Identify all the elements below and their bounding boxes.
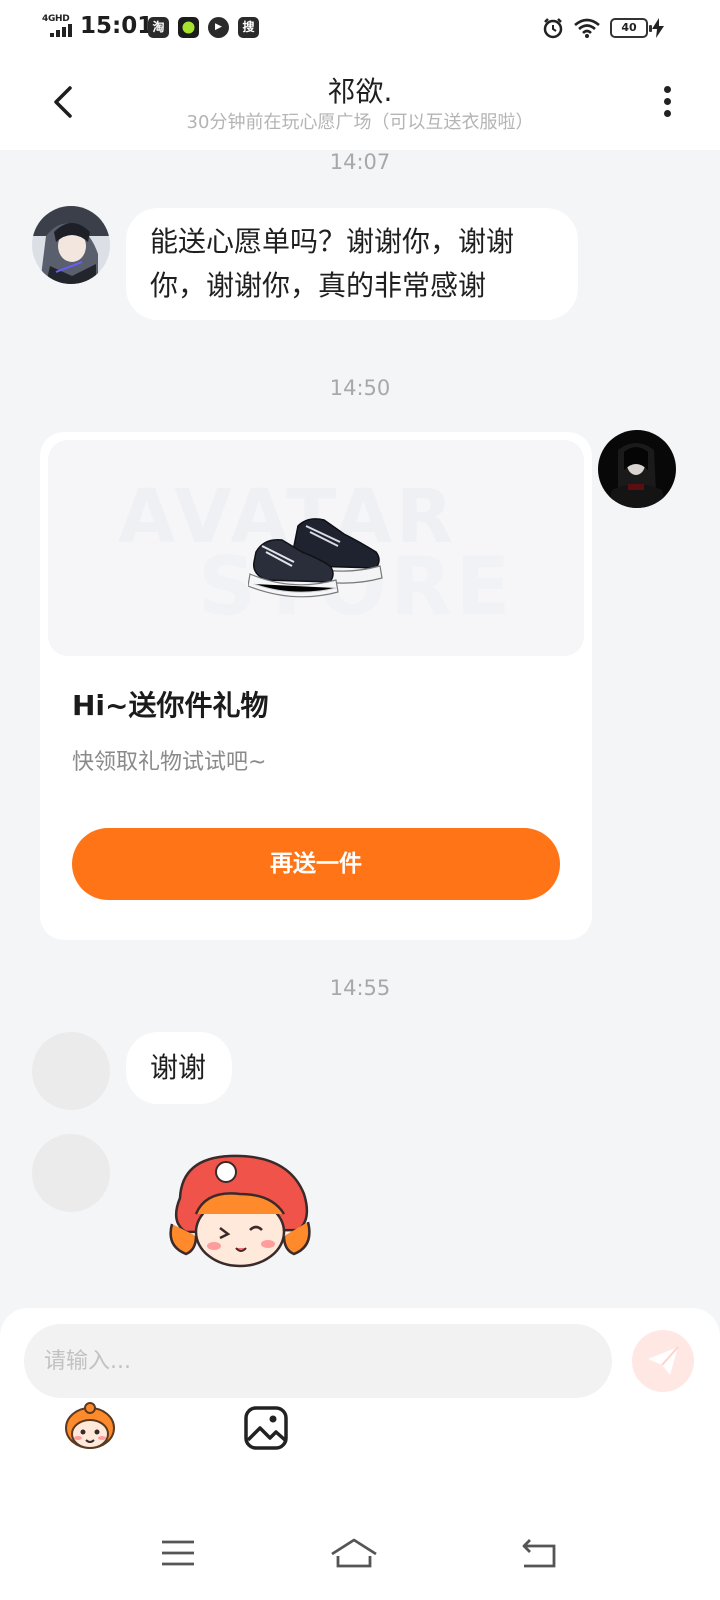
search-app-icon: 搜 bbox=[238, 17, 259, 38]
mascot-sticker[interactable] bbox=[166, 1150, 314, 1270]
sneaker-image bbox=[248, 518, 383, 598]
gift-image-area: AVATAR STORE bbox=[48, 440, 584, 656]
send-button[interactable] bbox=[632, 1330, 694, 1392]
image-button[interactable] bbox=[240, 1402, 292, 1454]
notification-icons: 淘 ▶ 搜 bbox=[148, 17, 259, 39]
image-icon bbox=[244, 1406, 288, 1450]
system-icons: 40 bbox=[542, 16, 652, 40]
taobao-icon: 淘 bbox=[148, 17, 169, 38]
back-nav-button[interactable] bbox=[508, 1528, 568, 1578]
mascot-icon bbox=[65, 1402, 115, 1449]
contact-name: 祁欲. bbox=[327, 75, 393, 108]
contact-status: 30分钟前在玩心愿广场（可以互送衣服啦） bbox=[186, 112, 534, 133]
alarm-icon bbox=[543, 18, 563, 39]
timestamp: 14:07 bbox=[329, 150, 391, 174]
green-app-icon bbox=[178, 17, 199, 38]
menu-icon bbox=[162, 1540, 194, 1566]
message-bubble-received: 谢谢 bbox=[126, 1032, 232, 1104]
signal-icon bbox=[50, 24, 72, 37]
contact-avatar[interactable] bbox=[32, 1032, 110, 1110]
home-icon bbox=[331, 1538, 377, 1568]
message-bubble-received: 能送心愿单吗？谢谢你，谢谢你，谢谢你，真的非常感谢 bbox=[126, 208, 578, 320]
system-navigation-bar bbox=[0, 1518, 720, 1600]
timestamp: 14:50 bbox=[329, 376, 391, 400]
input-panel bbox=[0, 1308, 720, 1518]
return-icon bbox=[522, 1539, 556, 1568]
menu-button[interactable] bbox=[148, 1528, 208, 1578]
avatar-image bbox=[598, 430, 676, 508]
wifi-icon bbox=[574, 18, 600, 38]
message-input[interactable] bbox=[24, 1324, 612, 1398]
status-bar: 4GHD 15:01 淘 ▶ 搜 40 bbox=[0, 0, 720, 56]
chat-header: 祁欲. 30分钟前在玩心愿广场（可以互送衣服啦） bbox=[0, 56, 720, 150]
my-avatar[interactable] bbox=[598, 430, 676, 508]
sticker-button[interactable] bbox=[60, 1398, 120, 1458]
more-vertical-icon bbox=[652, 86, 682, 117]
send-icon bbox=[648, 1346, 679, 1375]
gift-card[interactable]: AVATAR STORE Hi~送你件礼物 快领取礼物试试吧~ 再送一件 bbox=[40, 432, 592, 940]
more-options-button[interactable] bbox=[652, 82, 682, 122]
send-another-button[interactable]: 再送一件 bbox=[72, 828, 560, 900]
gift-description: 快领取礼物试试吧~ bbox=[72, 750, 267, 775]
home-button[interactable] bbox=[324, 1528, 384, 1578]
contact-avatar[interactable] bbox=[32, 1134, 110, 1212]
timestamp: 14:55 bbox=[329, 976, 391, 1000]
avatar-image bbox=[32, 206, 110, 284]
battery-indicator: 40 bbox=[610, 18, 652, 38]
clock: 15:01 bbox=[80, 13, 154, 39]
gift-title: Hi~送你件礼物 bbox=[72, 689, 269, 722]
play-app-icon: ▶ bbox=[208, 17, 229, 38]
charging-icon bbox=[652, 18, 664, 38]
contact-avatar[interactable] bbox=[32, 206, 110, 284]
network-indicator: 4GHD bbox=[42, 14, 74, 38]
network-label: 4GHD bbox=[42, 14, 70, 24]
